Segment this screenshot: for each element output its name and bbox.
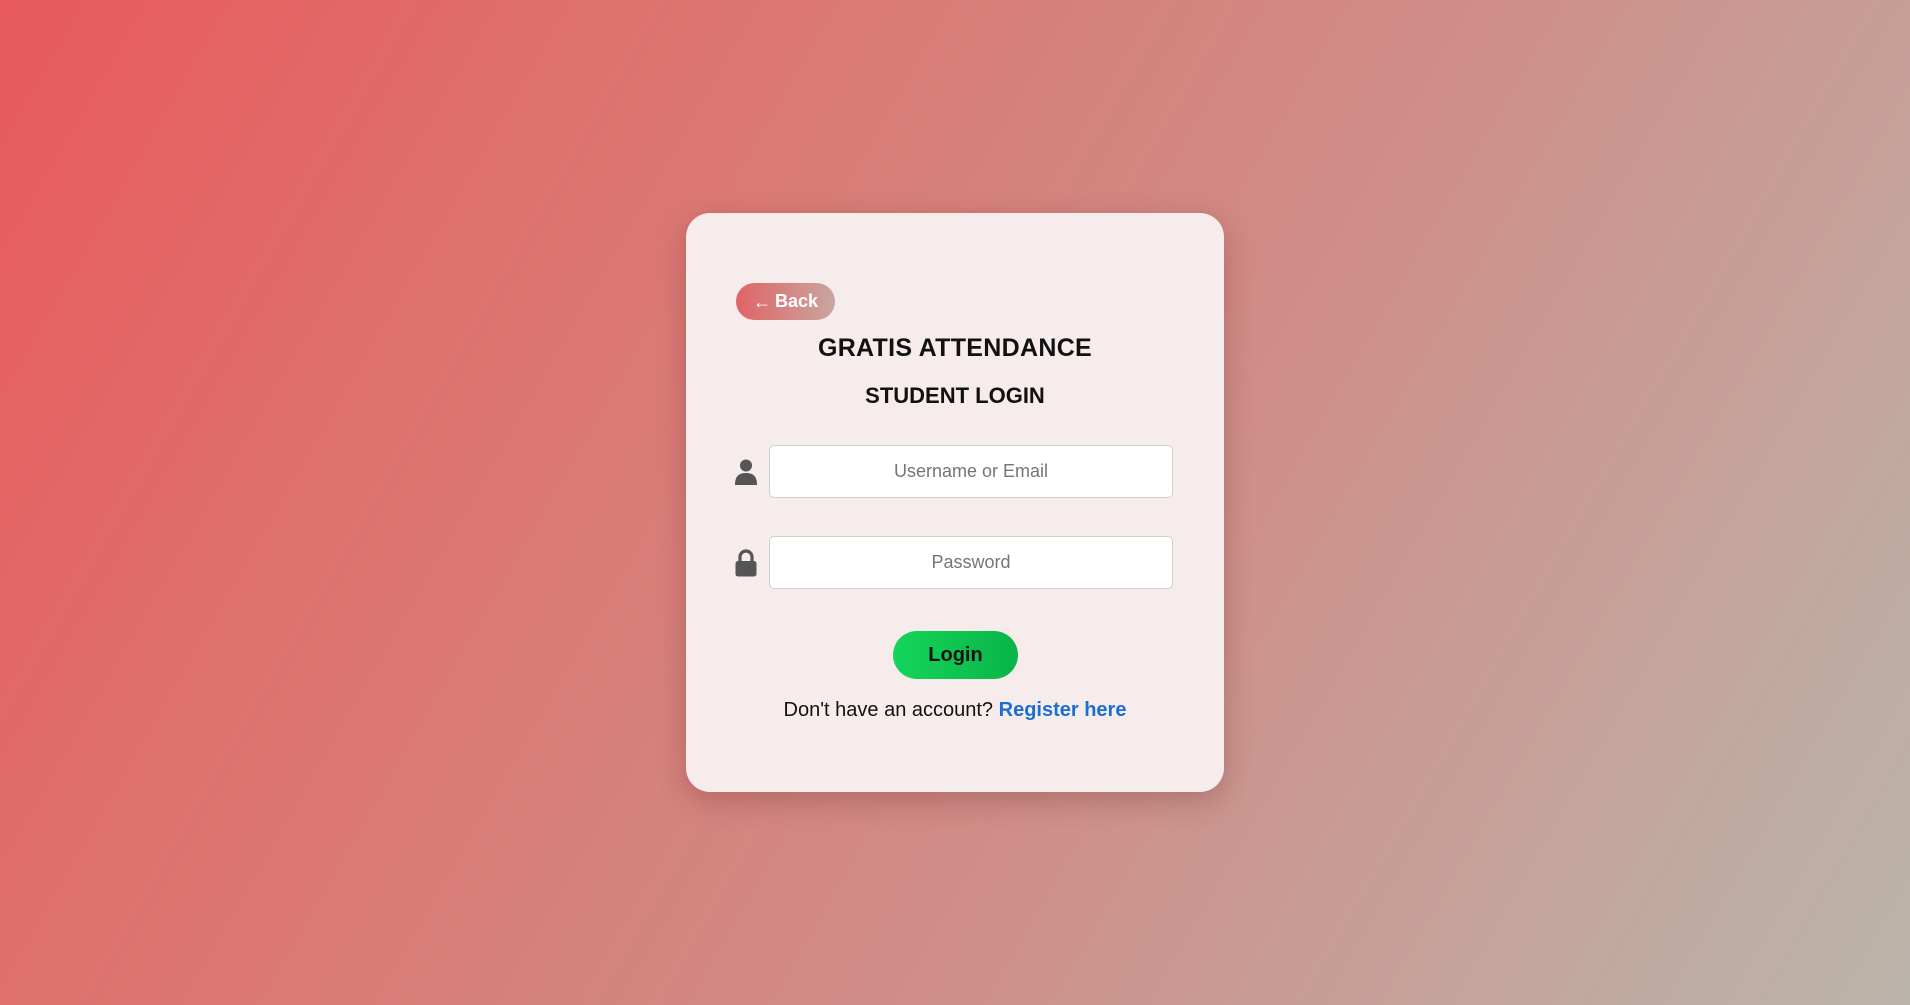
password-input[interactable] [769, 536, 1173, 589]
lock-icon [733, 548, 759, 578]
arrow-left-icon: ← [752, 292, 771, 312]
register-prompt-text: Don't have an account? [783, 699, 994, 721]
user-icon [733, 457, 759, 487]
username-row [733, 445, 1173, 498]
register-link[interactable]: Register here [999, 699, 1127, 721]
username-input[interactable] [769, 445, 1173, 498]
page-subtitle: STUDENT LOGIN [865, 383, 1045, 408]
back-button-label: Back [774, 291, 819, 311]
back-button[interactable]: ← Back [736, 283, 835, 320]
app-title: GRATIS ATTENDANCE [817, 334, 1093, 362]
login-button[interactable]: Login [893, 631, 1018, 679]
login-card: ← Back GRATIS ATTENDANCE STUDENT LOGIN L… [686, 213, 1224, 792]
register-prompt-line: Don't have an account? Register here [686, 699, 1224, 722]
password-row [733, 536, 1173, 589]
